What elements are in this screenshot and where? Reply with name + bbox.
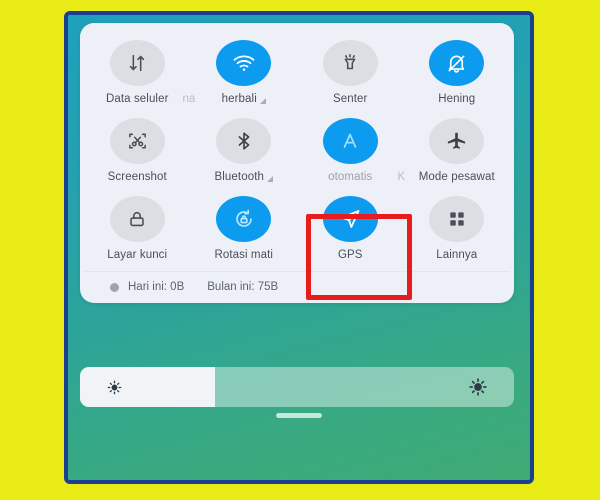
auto-brightness-icon[interactable]	[322, 118, 378, 164]
usage-dot-icon	[110, 282, 119, 292]
quick-settings-row: Data seluler na herbali Senter Hening	[84, 33, 510, 111]
location-arrow-icon[interactable]	[322, 196, 378, 242]
data-transfer-icon[interactable]	[109, 40, 165, 86]
qs-tile-label: Lainnya	[436, 249, 478, 261]
flashlight-icon[interactable]	[322, 40, 378, 86]
qs-tile-senter[interactable]: Senter	[297, 33, 404, 111]
quick-settings-row: Layar kunci Rotasi mati GPS Lainnya	[84, 189, 510, 267]
qs-tile-ghost-label: K	[397, 171, 406, 183]
qs-tile-label: herbali	[221, 93, 257, 105]
qs-tile-label-wrap: Bluetooth	[214, 171, 273, 183]
wifi-icon[interactable]	[216, 40, 272, 86]
usage-month: Bulan ini: 75B	[207, 281, 279, 293]
qs-tile-layar-kunci[interactable]: Layar kunci	[84, 189, 191, 267]
qs-tile-mode-pesawat[interactable]: K Mode pesawat	[398, 111, 511, 189]
brightness-high-icon	[468, 377, 488, 397]
phone-frame: Data seluler na herbali Senter Hening Sc…	[64, 11, 534, 484]
qs-tile-screenshot[interactable]: Screenshot	[84, 111, 191, 189]
qs-tile-label: Hening	[438, 93, 476, 105]
bell-off-icon[interactable]	[429, 40, 485, 86]
signal-bars-icon	[259, 98, 266, 104]
qs-tile-label: Data seluler	[105, 93, 169, 105]
qs-tile-label: Rotasi mati	[214, 249, 274, 261]
qs-tile-label: GPS	[337, 249, 363, 261]
qs-tile-ghost-label: na	[182, 93, 196, 105]
rotation-lock-icon[interactable]	[216, 196, 272, 242]
qs-tile-lainnya[interactable]: Lainnya	[404, 189, 511, 267]
qs-tile-bluetooth[interactable]: Bluetooth	[191, 111, 298, 189]
qs-tile-label: Bluetooth	[214, 171, 264, 183]
qs-tile-gps[interactable]: GPS	[297, 189, 404, 267]
qs-tile-label: Layar kunci	[107, 249, 168, 261]
screenshot-icon[interactable]	[109, 118, 165, 164]
qs-tile-label: otomatis	[328, 171, 373, 183]
brightness-slider-fill	[80, 367, 215, 407]
qs-tile-label: Senter	[333, 93, 368, 105]
qs-tile-rotasi-mati[interactable]: Rotasi mati	[191, 189, 298, 267]
grid-apps-icon[interactable]	[429, 196, 485, 242]
home-gesture-bar[interactable]	[276, 413, 322, 418]
airplane-icon[interactable]	[429, 118, 485, 164]
brightness-slider[interactable]	[80, 367, 514, 407]
qs-tile-label-wrap: herbali	[222, 93, 266, 105]
qs-tile-hening[interactable]: Hening	[404, 33, 511, 111]
bluetooth-icon[interactable]	[216, 118, 272, 164]
qs-tile-label: Screenshot	[107, 171, 167, 183]
data-usage-footer: Hari ini: 0B Bulan ini: 75B	[84, 271, 510, 303]
quick-settings-row: Screenshot Bluetooth otomatis K Mode pes…	[84, 111, 510, 189]
lock-icon[interactable]	[109, 196, 165, 242]
qs-tile-otomatis[interactable]: otomatis	[297, 111, 404, 189]
signal-bars-icon	[267, 176, 273, 182]
brightness-low-icon	[106, 379, 123, 396]
qs-tile-label: Mode pesawat	[418, 171, 495, 183]
usage-today: Hari ini: 0B	[128, 281, 185, 293]
qs-tile-wifi[interactable]: na herbali	[183, 33, 298, 111]
qs-tile-data-seluler[interactable]: Data seluler	[84, 33, 191, 111]
quick-settings-panel: Data seluler na herbali Senter Hening Sc…	[80, 23, 514, 303]
